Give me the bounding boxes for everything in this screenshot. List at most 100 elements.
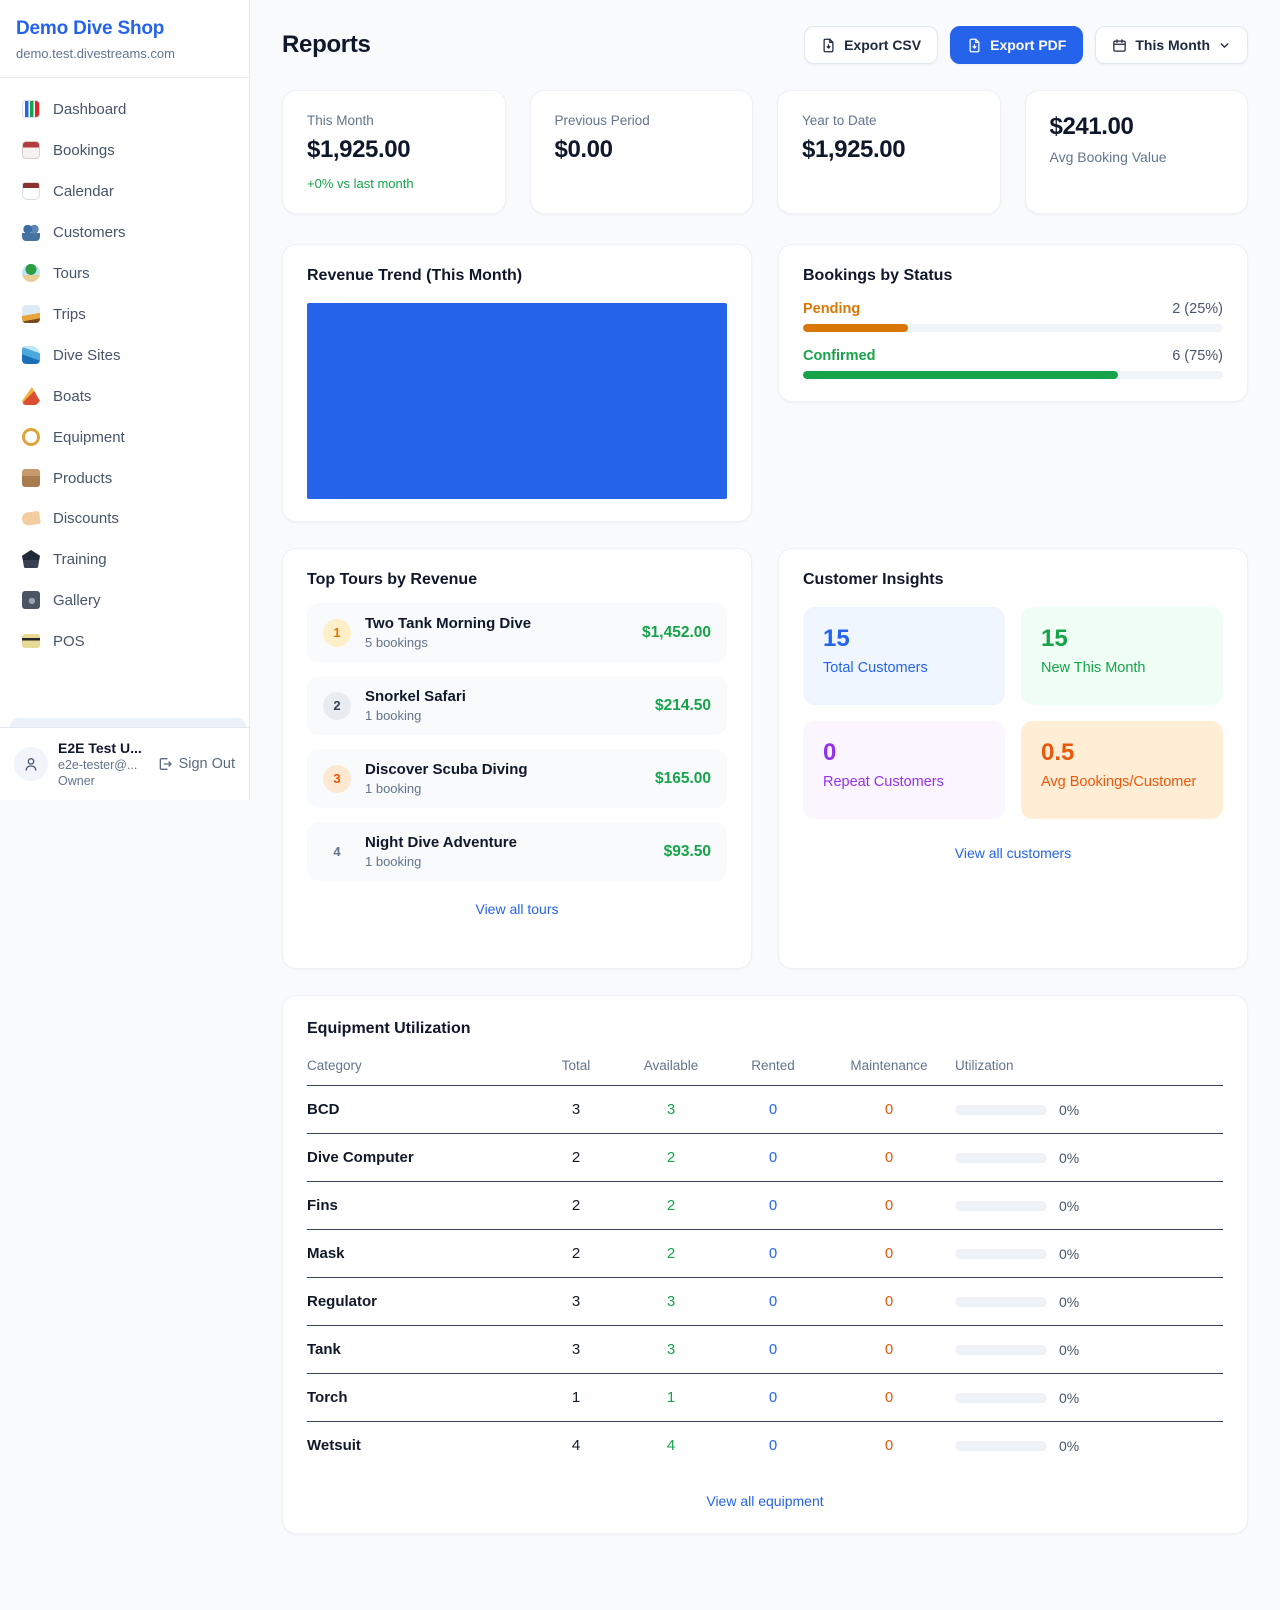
status-progress-fill	[803, 324, 908, 332]
sidebar-nav-item[interactable]: POS	[10, 622, 239, 660]
equipment-available: 3	[619, 1341, 723, 1358]
utilization-bar	[955, 1201, 1047, 1211]
sidebar-nav-item[interactable]: Dashboard	[10, 90, 239, 128]
stat-card-year-to-date: Year to Date $1,925.00	[777, 90, 1001, 214]
equipment-rented: 0	[723, 1101, 823, 1118]
insight-tile: 15 Total Customers	[803, 607, 1005, 705]
tour-name: Snorkel Safari	[365, 688, 466, 705]
equipment-utilization-title: Equipment Utilization	[307, 1020, 1223, 1038]
equipment-rented: 0	[723, 1293, 823, 1310]
sidebar-nav-item[interactable]: Products	[10, 459, 239, 497]
sidebar-nav-item[interactable]: Bookings	[10, 131, 239, 169]
equipment-row: Dive Computer 2 2 0 0 0%	[307, 1134, 1223, 1182]
bookings-icon	[22, 141, 40, 159]
stat-value: $241.00	[1050, 113, 1224, 141]
sidebar-nav-item[interactable]: Training	[10, 540, 239, 578]
status-progress-fill	[803, 371, 1118, 379]
insight-label: Repeat Customers	[823, 774, 985, 790]
customer-insights-title: Customer Insights	[803, 571, 1223, 589]
sidebar-nav-item[interactable]: Equipment	[10, 418, 239, 456]
nav-item-label: Dive Sites	[53, 347, 121, 364]
page-title: Reports	[282, 31, 371, 59]
utilization-percent: 0%	[1059, 1246, 1079, 1262]
sign-out-button[interactable]: Sign Out	[157, 756, 235, 772]
equipment-total: 2	[533, 1197, 619, 1214]
top-tours-title: Top Tours by Revenue	[307, 571, 727, 589]
nav-item-label: Dashboard	[53, 101, 126, 118]
tour-row[interactable]: 1 Two Tank Morning Dive 5 bookings $1,45…	[307, 603, 727, 662]
export-pdf-button[interactable]: Export PDF	[950, 26, 1083, 64]
sidebar-nav-item[interactable]: Trips	[10, 295, 239, 333]
insight-tiles: 15 Total Customers 15 New This Month 0 R…	[803, 607, 1223, 819]
export-csv-label: Export CSV	[844, 37, 921, 53]
tour-row[interactable]: 2 Snorkel Safari 1 booking $214.50	[307, 676, 727, 735]
active-nav-item-peek[interactable]	[10, 718, 246, 727]
sidebar-nav-item[interactable]: Customers	[10, 213, 239, 251]
export-csv-button[interactable]: Export CSV	[804, 26, 938, 64]
stat-card-previous-period: Previous Period $0.00	[530, 90, 754, 214]
col-maintenance: Maintenance	[823, 1058, 955, 1073]
sidebar-nav-item[interactable]: Discounts	[10, 500, 239, 537]
equipment-maintenance: 0	[823, 1197, 955, 1214]
stat-card-avg-booking-value: $241.00 Avg Booking Value	[1025, 90, 1249, 214]
equipment-maintenance: 0	[823, 1101, 955, 1118]
insight-label: New This Month	[1041, 660, 1203, 676]
sign-out-label: Sign Out	[179, 756, 235, 772]
utilization-percent: 0%	[1059, 1294, 1079, 1310]
nav-item-label: Customers	[53, 224, 126, 241]
tour-row[interactable]: 3 Discover Scuba Diving 1 booking $165.0…	[307, 749, 727, 808]
dive-sites-icon	[22, 346, 40, 364]
rank-badge: 1	[323, 619, 351, 647]
view-all-equipment-link[interactable]: View all equipment	[307, 1493, 1223, 1509]
equipment-row: Wetsuit 4 4 0 0 0%	[307, 1422, 1223, 1469]
status-label: Confirmed	[803, 348, 876, 364]
sidebar-nav-item[interactable]: Gallery	[10, 581, 239, 619]
equipment-utilization-card: Equipment Utilization Category Total Ava…	[282, 995, 1248, 1534]
insight-tile: 0 Repeat Customers	[803, 721, 1005, 819]
period-select-label: This Month	[1135, 37, 1210, 53]
view-all-customers-link[interactable]: View all customers	[803, 845, 1223, 861]
insights-row: Top Tours by Revenue 1 Two Tank Morning …	[282, 548, 1248, 969]
sidebar-nav-item[interactable]: Dive Sites	[10, 336, 239, 374]
stat-card-this-month: This Month $1,925.00 +0% vs last month	[282, 90, 506, 214]
equipment-total: 4	[533, 1437, 619, 1454]
insight-value: 15	[823, 625, 985, 653]
equipment-category: Wetsuit	[307, 1437, 533, 1454]
sidebar-nav-item[interactable]: Tours	[10, 254, 239, 292]
sidebar-nav-item[interactable]: Boats	[10, 377, 239, 415]
tour-revenue: $93.50	[664, 843, 711, 861]
utilization-percent: 0%	[1059, 1342, 1079, 1358]
insight-label: Avg Bookings/Customer	[1041, 774, 1203, 790]
status-list: Pending 2 (25%) Confirmed 6 (75%)	[803, 301, 1223, 379]
equipment-total: 3	[533, 1101, 619, 1118]
equipment-available: 1	[619, 1389, 723, 1406]
stat-value: $0.00	[555, 136, 729, 164]
tour-row[interactable]: 4 Night Dive Adventure 1 booking $93.50	[307, 822, 727, 881]
user-role: Owner	[58, 774, 147, 788]
tour-revenue: $214.50	[655, 697, 711, 715]
training-icon	[22, 550, 40, 568]
shop-domain: demo.test.divestreams.com	[16, 46, 233, 61]
equipment-table-body: BCD 3 3 0 0 0% Dive Computer 2	[307, 1086, 1223, 1469]
view-all-tours-link[interactable]: View all tours	[307, 901, 727, 917]
export-pdf-label: Export PDF	[990, 37, 1066, 53]
utilization-bar	[955, 1105, 1047, 1115]
bookings-by-status-title: Bookings by Status	[803, 267, 1223, 285]
equipment-maintenance: 0	[823, 1245, 955, 1262]
insight-value: 15	[1041, 625, 1203, 653]
page-header: Reports Export CSV Export PDF This Month	[282, 26, 1248, 64]
equipment-rented: 0	[723, 1245, 823, 1262]
nav-item-label: Trips	[53, 306, 86, 323]
equipment-category: Mask	[307, 1245, 533, 1262]
period-select-button[interactable]: This Month	[1095, 26, 1248, 64]
chevron-down-icon	[1218, 39, 1231, 52]
equipment-row: Regulator 3 3 0 0 0%	[307, 1278, 1223, 1326]
sidebar-nav-item[interactable]: Calendar	[10, 172, 239, 210]
main-content: Reports Export CSV Export PDF This Month…	[250, 0, 1280, 1574]
tour-bookings-count: 1 booking	[365, 854, 517, 869]
tour-revenue: $165.00	[655, 770, 711, 788]
equipment-row: BCD 3 3 0 0 0%	[307, 1086, 1223, 1134]
trips-icon	[22, 305, 40, 323]
nav-item-label: Tours	[53, 265, 90, 282]
sidebar-header: Demo Dive Shop demo.test.divestreams.com	[0, 0, 249, 78]
